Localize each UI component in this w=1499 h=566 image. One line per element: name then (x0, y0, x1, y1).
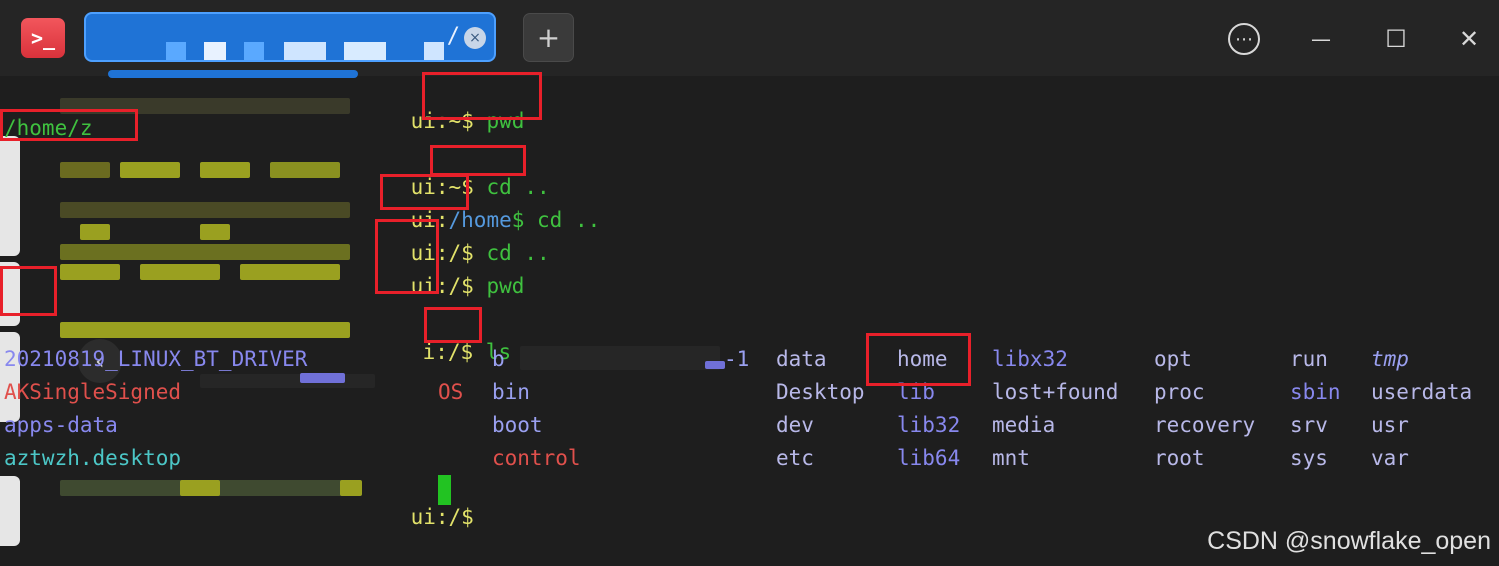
ls-entry: boot (492, 413, 543, 437)
ls-entry: AKSingleSigned (4, 380, 182, 404)
redacted-block (340, 480, 362, 496)
ls-entry: aztwzh.desktop (4, 446, 182, 470)
terminal-app-icon[interactable]: >_ (21, 18, 65, 58)
redacted-block (60, 264, 120, 280)
redacted-block (166, 42, 186, 60)
annotation-box (380, 174, 469, 210)
close-window-button[interactable]: ✕ (1452, 22, 1486, 56)
ls-entry: data (776, 347, 827, 371)
redacted-block (140, 264, 220, 280)
tab-title: / (446, 24, 460, 49)
redacted-block (520, 346, 720, 370)
ls-entry-suffix: -1 (724, 347, 750, 371)
annotation-box (0, 266, 57, 316)
ls-entry: sys (1290, 446, 1328, 470)
ls-entry: sbin (1290, 380, 1341, 404)
minimize-button[interactable]: — (1304, 22, 1338, 56)
ls-entry: proc (1154, 380, 1205, 404)
annotation-box (0, 109, 138, 141)
redacted-block (80, 224, 110, 240)
ls-entry: libx32 (992, 347, 1068, 371)
terminal-line: ui:/$ (410, 505, 474, 529)
ls-entry: dev (776, 413, 814, 437)
terminal-area[interactable]: ‹ ui:~$ pwd /home/z ui:~$ cd .. ui:/home… (0, 76, 1499, 566)
ls-entry: mnt (992, 446, 1030, 470)
redacted-block (270, 162, 340, 178)
ls-entry: userdata (1371, 380, 1473, 404)
ls-entry: Desktop (776, 380, 865, 404)
redacted-block (60, 162, 110, 178)
annotation-box (422, 72, 542, 120)
ls-entry: tmp (1371, 347, 1409, 371)
ls-entry: usr (1371, 413, 1409, 437)
tab-terminal[interactable]: / × (84, 12, 496, 62)
title-bar: >_ / × + ⋯ — ☐ ✕ (0, 0, 1499, 76)
ls-entry: lost+found (992, 380, 1119, 404)
redacted-block (200, 162, 250, 178)
menu-icon[interactable]: ⋯ (1227, 22, 1261, 56)
tab-close-icon[interactable]: × (464, 27, 486, 49)
ls-entry: bin (492, 380, 530, 404)
redacted-block (705, 361, 725, 369)
edge-handle (0, 136, 20, 256)
redacted-block (200, 374, 375, 388)
ls-entry: srv (1290, 413, 1328, 437)
ls-entry: lib64 (897, 446, 961, 470)
redacted-block (120, 162, 180, 178)
redacted-block (240, 264, 340, 280)
redacted-block (244, 42, 264, 60)
ls-entry: 20210819_LINUX_BT_DRIVER (4, 347, 308, 371)
redacted-block (204, 42, 226, 60)
ls-entry: root (1154, 446, 1205, 470)
redacted-block (284, 42, 326, 60)
redacted-block (180, 480, 220, 496)
ls-entry: recovery (1154, 413, 1256, 437)
edge-handle (0, 476, 20, 546)
ls-entry-suffix: OS (438, 380, 464, 404)
new-tab-button[interactable]: + (523, 13, 574, 62)
ls-entry: apps-data (4, 413, 118, 437)
ls-entry: control (492, 446, 581, 470)
ls-entry: etc (776, 446, 814, 470)
redacted-block (200, 224, 230, 240)
redacted-block (60, 244, 350, 260)
annotation-box (375, 219, 439, 294)
watermark: CSDN @snowflake_open (1207, 527, 1491, 555)
redacted-block (300, 373, 345, 383)
ls-entry: var (1371, 446, 1409, 470)
redacted-block (60, 202, 350, 218)
maximize-button[interactable]: ☐ (1379, 22, 1413, 56)
annotation-box (430, 145, 526, 176)
ls-entry: b (492, 347, 505, 371)
ls-entry: media (992, 413, 1056, 437)
redacted-block (60, 322, 350, 338)
redacted-block (424, 42, 444, 60)
annotation-box (866, 333, 971, 386)
ls-entry: run (1290, 347, 1328, 371)
annotation-box (424, 307, 482, 343)
redacted-block (344, 42, 386, 60)
terminal-cursor (438, 475, 451, 505)
ls-entry: opt (1154, 347, 1192, 371)
ls-entry: lib32 (897, 413, 961, 437)
